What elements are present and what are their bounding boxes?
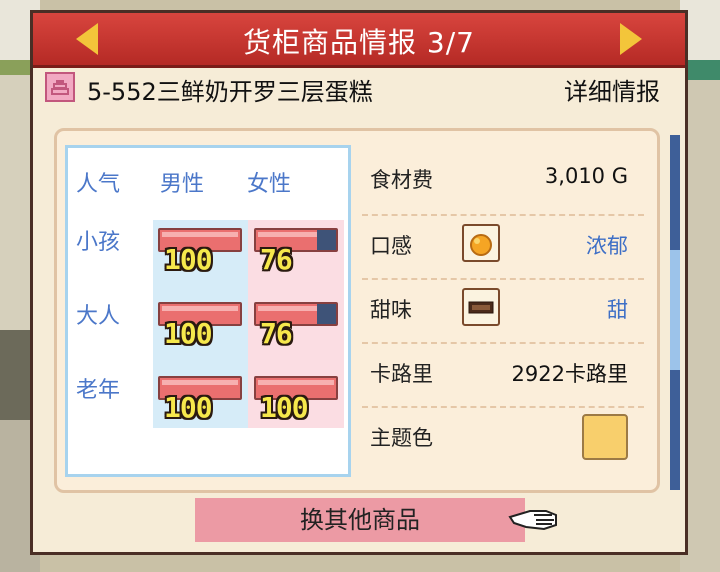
swap-product-button[interactable]: 换其他商品: [195, 498, 525, 542]
male-header: 男性: [160, 172, 205, 197]
attr-value: 2922卡路里: [511, 362, 628, 386]
attr-value: 3,010 G: [544, 164, 628, 188]
gauge-value: 76: [260, 243, 293, 276]
scrollbar[interactable]: [670, 135, 680, 490]
scrollbar-thumb[interactable]: [670, 250, 680, 370]
attr-value: 甜: [607, 298, 628, 322]
attr-sweetness: 甜味 甜: [362, 278, 644, 340]
gauge-elder-male: 100: [158, 372, 244, 424]
detail-info-button[interactable]: 详细情报: [564, 72, 660, 107]
row-label-elder: 老年: [76, 378, 121, 403]
attr-calories: 卡路里 2922卡路里: [362, 342, 644, 404]
sweetness-level-icon: [462, 288, 500, 326]
attr-label: 口感: [370, 234, 412, 258]
attr-theme-color: 主题色: [362, 406, 644, 468]
attr-cost: 食材费 3,010 G: [362, 150, 644, 210]
gauge-value: 100: [164, 317, 213, 350]
female-header: 女性: [247, 172, 292, 197]
gauge-value: 100: [164, 243, 213, 276]
thick-texture-icon: [462, 224, 500, 262]
attr-texture: 口感 浓郁: [362, 214, 644, 276]
row-label-adult: 大人: [76, 304, 121, 329]
gauge-value: 100: [164, 391, 213, 424]
row-label-child: 小孩: [76, 230, 121, 255]
attr-label: 卡路里: [370, 362, 433, 386]
pointing-hand-icon: [508, 503, 560, 537]
gauge-adult-female: 76: [254, 298, 340, 350]
gauge-child-male: 100: [158, 224, 244, 276]
header-title: 货柜商品情报 3/7: [243, 26, 475, 59]
attr-label: 主题色: [370, 426, 433, 450]
gauge-value: 76: [260, 317, 293, 350]
gauge-adult-male: 100: [158, 298, 244, 350]
attr-label: 甜味: [370, 298, 412, 322]
next-arrow-icon[interactable]: [620, 23, 642, 55]
gauge-value: 100: [260, 391, 309, 424]
attr-value: 浓郁: [586, 234, 628, 258]
cake-icon: [45, 72, 75, 102]
product-name: 5-552三鲜奶开罗三层蛋糕: [87, 78, 373, 106]
dialog-header: 货柜商品情报 3/7: [33, 13, 685, 68]
gauge-elder-female: 100: [254, 372, 340, 424]
theme-color-swatch: [582, 414, 628, 460]
product-name-row: 5-552三鲜奶开罗三层蛋糕 详细情报: [45, 70, 660, 110]
popularity-label: 人气: [76, 172, 121, 197]
attr-label: 食材费: [370, 168, 433, 192]
gauge-child-female: 76: [254, 224, 340, 276]
